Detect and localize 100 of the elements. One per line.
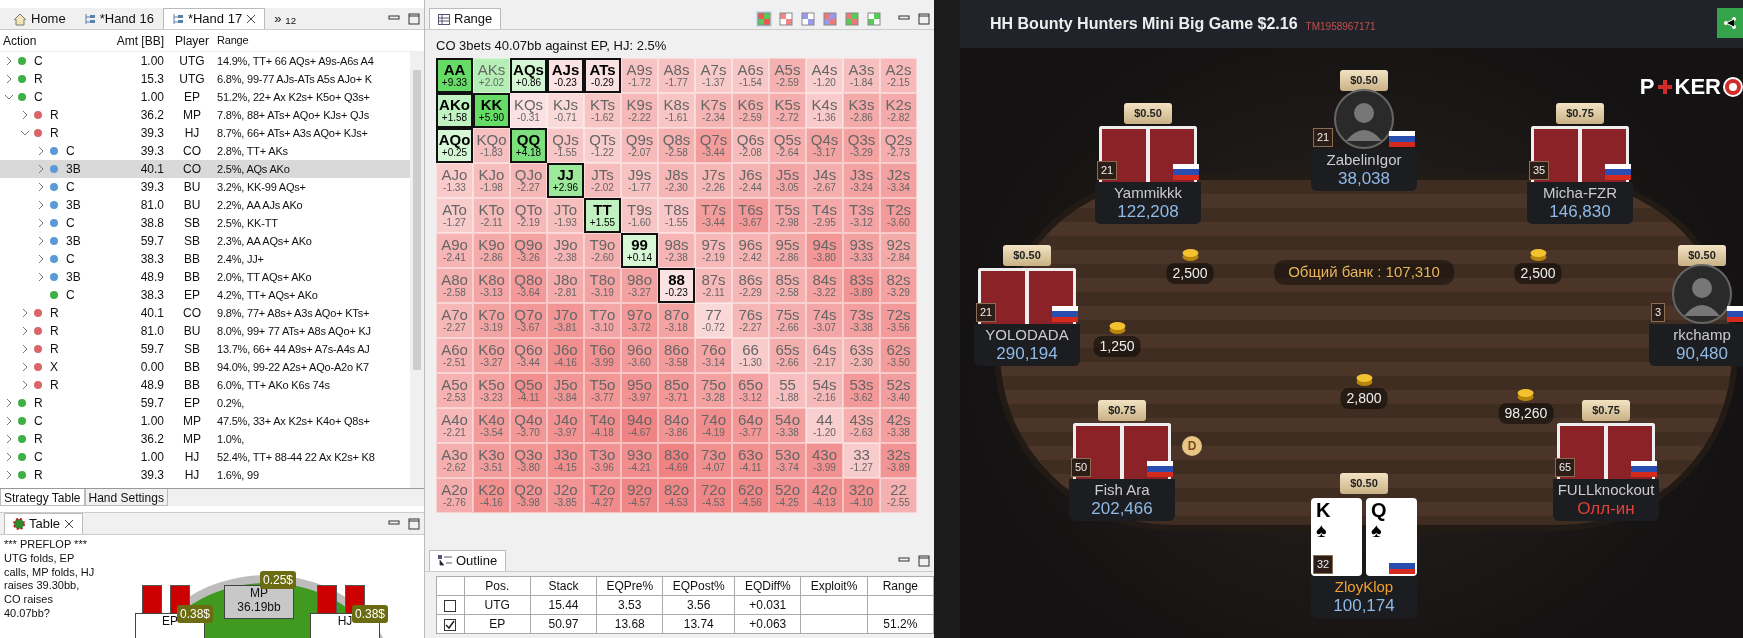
hand-cell[interactable]: T4o -4.18 — [584, 407, 621, 443]
hand-cell[interactable]: 98s -2.38 — [658, 232, 695, 268]
hand-cell[interactable]: KK +5.90 — [473, 92, 510, 128]
view-tab[interactable]: Outline — [429, 550, 507, 571]
view-mode-icon[interactable] — [756, 10, 772, 27]
hand-cell[interactable]: 72o -4.53 — [695, 477, 732, 513]
editor-tab[interactable]: *Hand 17 — [162, 8, 266, 29]
hand-cell[interactable]: 73s -3.38 — [843, 302, 880, 338]
chevron-right-icon[interactable] — [4, 434, 14, 444]
hand-cell[interactable]: Q7s -3.44 — [695, 127, 732, 163]
hand-cell[interactable]: 62s -3.50 — [880, 337, 917, 373]
view-tab[interactable]: Range — [429, 8, 502, 29]
hand-cell[interactable]: 75s -2.66 — [769, 302, 806, 338]
hand-cell[interactable]: J5o -3.84 — [547, 372, 584, 408]
hand-cell[interactable]: 97s -2.19 — [695, 232, 732, 268]
hand-cell[interactable]: JJ +2.96 — [547, 162, 584, 198]
view-tab[interactable]: Table — [4, 513, 84, 534]
hand-cell[interactable]: A8o -2.58 — [436, 267, 473, 303]
hand-cell[interactable]: A4s -1.20 — [806, 57, 843, 93]
hand-cell[interactable]: A4o -2.21 — [436, 407, 473, 443]
hand-cell[interactable]: ATo -1.27 — [436, 197, 473, 233]
hand-cell[interactable]: J8s -2.30 — [658, 162, 695, 198]
view-mode-icon[interactable] — [866, 10, 882, 27]
hand-cell[interactable]: 83o -4.69 — [658, 442, 695, 478]
chevron-right-icon[interactable] — [4, 56, 14, 66]
hand-cell[interactable]: 32s -3.89 — [880, 442, 917, 478]
hand-cell[interactable]: KJo -1.98 — [473, 162, 510, 198]
hand-cell[interactable]: KTs -1.62 — [584, 92, 621, 128]
column-header[interactable]: Player — [170, 31, 214, 50]
hand-cell[interactable]: 64s -2.17 — [806, 337, 843, 373]
hand-cell[interactable]: 93s -3.33 — [843, 232, 880, 268]
hand-cell[interactable]: 42o -4.13 — [806, 477, 843, 513]
hand-cell[interactable]: 95s -2.86 — [769, 232, 806, 268]
hand-cell[interactable]: 63s -2.30 — [843, 337, 880, 373]
hand-cell[interactable]: 22 -2.55 — [880, 477, 917, 513]
hand-cell[interactable]: 54s -2.16 — [806, 372, 843, 408]
hand-cell[interactable]: T4s -2.95 — [806, 197, 843, 233]
column-header[interactable]: Action — [0, 31, 108, 50]
hand-cell[interactable]: 72s -3.56 — [880, 302, 917, 338]
hand-cell[interactable]: AQo +0.25 — [436, 127, 473, 163]
hand-cell[interactable]: Q3o -3.80 — [510, 442, 547, 478]
maximize-icon[interactable] — [408, 12, 420, 25]
hand-cell[interactable]: Q5o -4.11 — [510, 372, 547, 408]
hand-cell[interactable]: A9o -2.41 — [436, 232, 473, 268]
hand-cell[interactable]: QQ +4.18 — [510, 127, 547, 163]
hand-cell[interactable]: 62o -4.56 — [732, 477, 769, 513]
chevron-right-icon[interactable] — [36, 164, 46, 174]
hand-cell[interactable]: 76s -2.27 — [732, 302, 769, 338]
hand-cell[interactable]: QJo -2.27 — [510, 162, 547, 198]
minimize-icon[interactable] — [388, 517, 400, 528]
chevron-right-icon[interactable] — [36, 218, 46, 228]
hand-cell[interactable]: T3s -3.12 — [843, 197, 880, 233]
hand-cell[interactable]: 43s -2.63 — [843, 407, 880, 443]
tree-row[interactable]: R 40.1 CO 9.8%, 77+ A8s+ A3s AQo+ KTs+ — [0, 304, 410, 322]
hand-cell[interactable]: A2o -2.76 — [436, 477, 473, 513]
hand-cell[interactable]: J4s -2.67 — [806, 162, 843, 198]
hand-cell[interactable]: A6s -1.54 — [732, 57, 769, 93]
hand-cell[interactable]: A3o -2.62 — [436, 442, 473, 478]
hand-cell[interactable]: T3o -3.96 — [584, 442, 621, 478]
chevron-right-icon[interactable] — [20, 344, 30, 354]
hand-cell[interactable]: 75o -3.28 — [695, 372, 732, 408]
tree-row[interactable]: R 39.3 HJ 8.7%, 66+ ATs+ A3s AQo+ KJs+ — [0, 124, 410, 142]
hand-cell[interactable]: T5o -3.77 — [584, 372, 621, 408]
column-header[interactable]: Range — [214, 32, 424, 49]
close-icon[interactable] — [246, 14, 257, 24]
hand-cell[interactable]: Q6s -2.08 — [732, 127, 769, 163]
column-header[interactable]: Exploit% — [800, 576, 868, 596]
hand-cell[interactable]: K5o -3.23 — [473, 372, 510, 408]
chevron-right-icon[interactable] — [36, 146, 46, 156]
hand-cell[interactable]: QJs -1.55 — [547, 127, 584, 163]
hand-cell[interactable]: KJs -0.71 — [547, 92, 584, 128]
hand-cell[interactable]: A5o -2.53 — [436, 372, 473, 408]
hand-cell[interactable]: 94o -4.67 — [621, 407, 658, 443]
hand-cell[interactable]: J2o -3.85 — [547, 477, 584, 513]
hand-cell[interactable]: K5s -2.72 — [769, 92, 806, 128]
hand-cell[interactable]: AQs +0.86 — [510, 57, 547, 93]
view-mode-icon[interactable] — [800, 10, 816, 27]
hand-cell[interactable]: 88 -0.23 — [658, 267, 695, 303]
hand-cell[interactable]: Q3s -3.29 — [843, 127, 880, 163]
tree-row[interactable]: 3B 81.0 BU 2.2%, AA AJs AKo — [0, 196, 410, 214]
hand-cell[interactable]: 82s -3.29 — [880, 267, 917, 303]
hand-cell[interactable]: 63o -4.11 — [732, 442, 769, 478]
hand-cell[interactable]: K8s -1.61 — [658, 92, 695, 128]
chevron-right-icon[interactable] — [4, 452, 14, 462]
hand-cell[interactable]: 43o -3.99 — [806, 442, 843, 478]
hand-cell[interactable]: 87o -3.18 — [658, 302, 695, 338]
tree-row[interactable]: 3B 59.7 SB 2.3%, AA AQs+ AKo — [0, 232, 410, 250]
hand-cell[interactable]: 76o -3.14 — [695, 337, 732, 373]
view-tab[interactable]: Strategy Table — [0, 489, 85, 506]
hand-cell[interactable]: Q2s -2.73 — [880, 127, 917, 163]
chevron-right-icon[interactable] — [4, 470, 14, 480]
hand-cell[interactable]: 55 -1.88 — [769, 372, 806, 408]
hand-cell[interactable]: T7o -3.10 — [584, 302, 621, 338]
hand-cell[interactable]: J3o -4.15 — [547, 442, 584, 478]
hand-cell[interactable]: T7s -3.44 — [695, 197, 732, 233]
hand-cell[interactable]: 77 -0.72 — [695, 302, 732, 338]
hand-cell[interactable]: Q7o -3.67 — [510, 302, 547, 338]
column-header[interactable]: Pos. — [464, 576, 531, 596]
hand-cell[interactable]: J4o -3.97 — [547, 407, 584, 443]
hand-cell[interactable]: K4s -1.36 — [806, 92, 843, 128]
